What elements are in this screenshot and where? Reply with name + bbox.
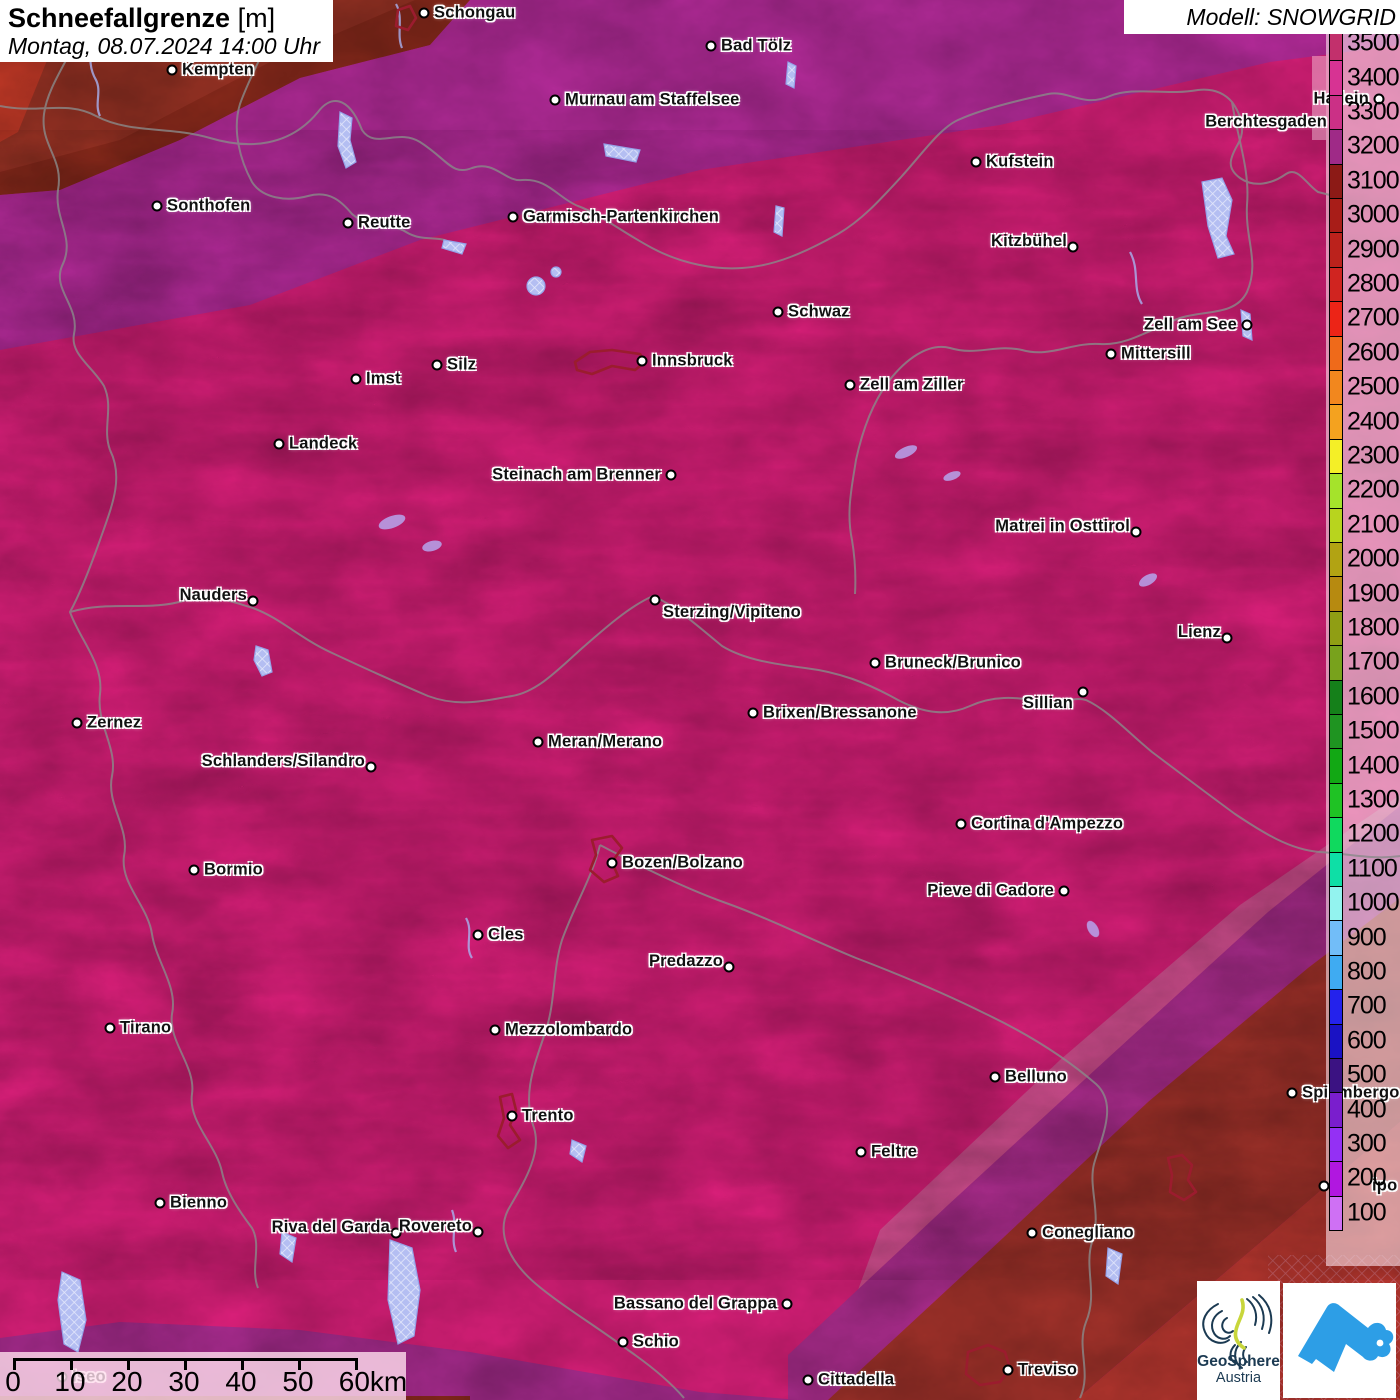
title-box: Schneefallgrenze [m] Montag, 08.07.2024 … <box>0 0 333 62</box>
lake-zeller-see <box>1240 309 1253 341</box>
map-canvas <box>0 0 1400 1400</box>
map-title-unit: [m] <box>237 3 276 33</box>
geosphere-logo-box: GeoSphere Austria <box>1197 1281 1280 1400</box>
ridge-shading <box>0 130 1400 1280</box>
avalanche-mountain-icon <box>1298 1303 1394 1372</box>
pale-east-overlay <box>1326 30 1400 1266</box>
lake-achensee <box>773 205 785 237</box>
model-box: Modell: SNOWGRID <box>1124 0 1400 34</box>
pale-east-bulge <box>1312 56 1326 140</box>
lake-tegernsee <box>785 61 797 89</box>
scale-number-30: 30 <box>168 1366 200 1397</box>
scale-number-0: 0 <box>5 1366 21 1397</box>
map-title: Schneefallgrenze [m] <box>8 3 325 33</box>
scale-number-20: 20 <box>111 1366 143 1397</box>
snowfall-limit-map: Schongau Bad Tölz Kempten Murnau am Staffel… <box>0 0 1400 1400</box>
avalanche-logo-box <box>1283 1283 1396 1398</box>
scale-number-50: 50 <box>282 1366 314 1397</box>
scale-number-10: 10 <box>54 1366 86 1397</box>
scale-number-40: 40 <box>225 1366 257 1397</box>
map-title-text: Schneefallgrenze <box>8 3 231 33</box>
lake-kochelsee <box>550 266 562 278</box>
lake-staffelsee <box>526 276 546 296</box>
geosphere-contour-icon <box>1202 1294 1273 1369</box>
scale-number-60km: 60km <box>338 1366 408 1397</box>
scale-bar: 0 10 20 30 40 50 60km <box>0 1352 408 1400</box>
map-datetime: Montag, 08.07.2024 14:00 Uhr <box>8 33 321 59</box>
